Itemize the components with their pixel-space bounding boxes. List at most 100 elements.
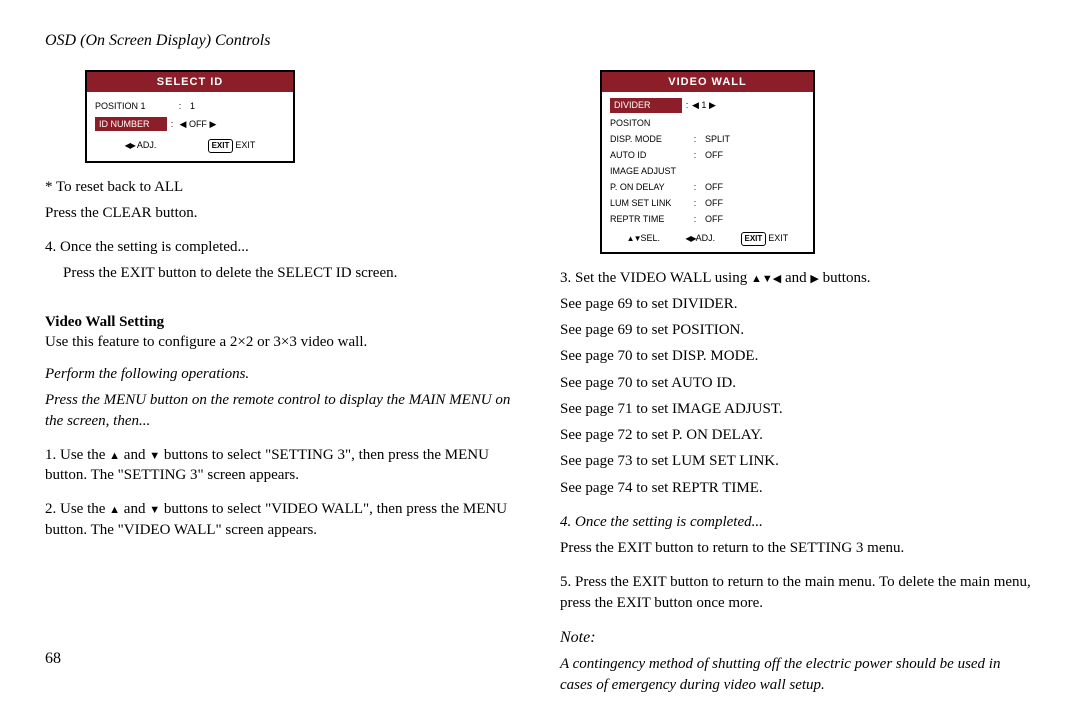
- adj-hint: ADJ.: [685, 232, 715, 245]
- text: and: [120, 447, 149, 463]
- step-4-head: 4. Once the setting is completed...: [45, 237, 520, 257]
- osd-row: DISP. MODE: SPLIT: [610, 131, 805, 147]
- osd-colon: :: [690, 197, 700, 209]
- press-menu-instruction: Press the MENU button on the remote cont…: [45, 390, 520, 431]
- exit-hint: EXITEXIT: [208, 139, 256, 153]
- osd-body: POSITION 1 : 1 ID NUMBER : ◀ OFF ▶ ADJ. …: [87, 92, 293, 160]
- note-body: A contingency method of shutting off the…: [560, 654, 1035, 695]
- osd-footer: ADJ. EXITEXIT: [95, 133, 285, 155]
- text: 3. Set the VIDEO WALL using: [560, 270, 751, 286]
- page-number: 68: [45, 648, 61, 670]
- text: 2. Use the: [45, 501, 109, 517]
- osd-row: ID NUMBER : ◀ OFF ▶: [95, 115, 285, 133]
- step-2: 2. Use the ▲ and ▼ buttons to select "VI…: [45, 499, 520, 540]
- exit-button-icon: EXIT: [741, 232, 767, 246]
- left-column: SELECT ID POSITION 1 : 1 ID NUMBER : ◀ O…: [45, 70, 520, 701]
- reset-line-2: Press the CLEAR button.: [45, 203, 520, 223]
- osd-label: AUTO ID: [610, 149, 690, 161]
- osd-row: AUTO ID: OFF: [610, 147, 805, 163]
- step-4-title: 4. Once the setting is completed...: [560, 512, 1035, 532]
- adj-label: ADJ.: [137, 140, 157, 150]
- step-3: 3. Set the VIDEO WALL using ▲▼◀ and ▶ bu…: [560, 268, 1035, 288]
- see-page-line: See page 74 to set REPTR TIME.: [560, 478, 1035, 498]
- osd-select-id: SELECT ID POSITION 1 : 1 ID NUMBER : ◀ O…: [85, 70, 295, 163]
- osd-label: POSITION 1: [95, 100, 175, 112]
- osd-body: DIVIDER:◀ 1 ▶POSITONDISP. MODE: SPLITAUT…: [602, 92, 813, 251]
- osd-label: POSITON: [610, 117, 690, 129]
- up-arrow-icon: ▲: [109, 450, 120, 462]
- osd-title: SELECT ID: [87, 72, 293, 93]
- see-page-line: See page 69 to set POSITION.: [560, 320, 1035, 340]
- content-columns: SELECT ID POSITION 1 : 1 ID NUMBER : ◀ O…: [45, 70, 1035, 701]
- see-page-line: See page 70 to set DISP. MODE.: [560, 346, 1035, 366]
- osd-colon: :: [690, 133, 700, 145]
- sel-label: SEL.: [641, 233, 661, 243]
- text: buttons.: [819, 270, 871, 286]
- osd-row: REPTR TIME: OFF: [610, 211, 805, 227]
- see-page-line: See page 71 to set IMAGE ADJUST.: [560, 399, 1035, 419]
- text: 1. Use the: [45, 447, 109, 463]
- osd-value: OFF: [705, 181, 723, 193]
- down-arrow-icon: ▼: [149, 450, 160, 462]
- osd-value: OFF: [705, 197, 723, 209]
- osd-label: P. ON DELAY: [610, 181, 690, 193]
- osd-label: LUM SET LINK: [610, 197, 690, 209]
- osd-colon: :: [682, 99, 692, 111]
- right-arrow-icon: ▶: [207, 118, 216, 130]
- osd-colon: :: [167, 118, 177, 130]
- up-down-icon: [627, 233, 641, 243]
- osd-footer: SEL. ADJ. EXITEXIT: [610, 228, 805, 248]
- osd-row: IMAGE ADJUST: [610, 163, 805, 179]
- osd-colon: :: [175, 100, 185, 112]
- right-arrow-icon: ▶: [810, 273, 818, 285]
- osd-value: OFF: [705, 213, 723, 225]
- osd-colon: :: [690, 213, 700, 225]
- see-page-line: See page 70 to set AUTO ID.: [560, 373, 1035, 393]
- osd-title: VIDEO WALL: [602, 72, 813, 93]
- osd-colon: :: [690, 149, 700, 161]
- exit-button-icon: EXIT: [208, 139, 234, 153]
- step-1: 1. Use the ▲ and ▼ buttons to select "SE…: [45, 445, 520, 486]
- left-arrow-icon: ◀: [692, 99, 701, 111]
- text: and: [120, 501, 149, 517]
- osd-colon: :: [690, 181, 700, 193]
- left-right-icon: [685, 233, 695, 243]
- sel-hint: SEL.: [627, 232, 660, 245]
- see-page-line: See page 69 to set DIVIDER.: [560, 294, 1035, 314]
- osd-row: LUM SET LINK: OFF: [610, 195, 805, 211]
- osd-value: OFF: [189, 118, 207, 130]
- down-arrow-icon: ▼: [149, 504, 160, 516]
- step-4-body: Press the EXIT button to delete the SELE…: [45, 263, 520, 283]
- reset-line-1: * To reset back to ALL: [45, 177, 520, 197]
- adj-hint: ADJ.: [125, 139, 157, 152]
- osd-row: DIVIDER:◀ 1 ▶: [610, 96, 805, 114]
- osd-label: REPTR TIME: [610, 213, 690, 225]
- down-arrow-icon: ▼: [762, 273, 773, 285]
- osd-row: P. ON DELAY: OFF: [610, 179, 805, 195]
- adj-label: ADJ.: [696, 233, 716, 243]
- osd-label: DISP. MODE: [610, 133, 690, 145]
- osd-value: 1: [190, 100, 195, 112]
- osd-label-highlight: DIVIDER: [610, 98, 682, 112]
- left-right-icon: [125, 140, 135, 150]
- video-wall-heading: Video Wall Setting: [45, 312, 520, 332]
- up-arrow-icon: ▲: [751, 273, 762, 285]
- osd-value: SPLIT: [705, 133, 730, 145]
- osd-video-wall: VIDEO WALL DIVIDER:◀ 1 ▶ POSITON DISP. MOD…: [600, 70, 815, 254]
- right-column: VIDEO WALL DIVIDER:◀ 1 ▶ POSITON DISP. MOD…: [560, 70, 1035, 701]
- step-4-body-right: Press the EXIT button to return to the S…: [560, 538, 1035, 558]
- note-heading: Note:: [560, 627, 1035, 649]
- osd-value: OFF: [705, 149, 723, 161]
- left-arrow-icon: ◀: [177, 118, 189, 130]
- exit-label: EXIT: [235, 140, 255, 150]
- text: and: [781, 270, 810, 286]
- up-arrow-icon: ▲: [109, 504, 120, 516]
- left-arrow-icon: ◀: [773, 273, 781, 285]
- see-page-line: See page 72 to set P. ON DELAY.: [560, 425, 1035, 445]
- page-header: OSD (On Screen Display) Controls: [45, 30, 1035, 52]
- osd-row: POSITION 1 : 1: [95, 98, 285, 114]
- right-arrow-icon: ▶: [706, 99, 715, 111]
- osd-label: IMAGE ADJUST: [610, 165, 690, 177]
- exit-label: EXIT: [768, 233, 788, 243]
- exit-hint: EXITEXIT: [741, 232, 789, 246]
